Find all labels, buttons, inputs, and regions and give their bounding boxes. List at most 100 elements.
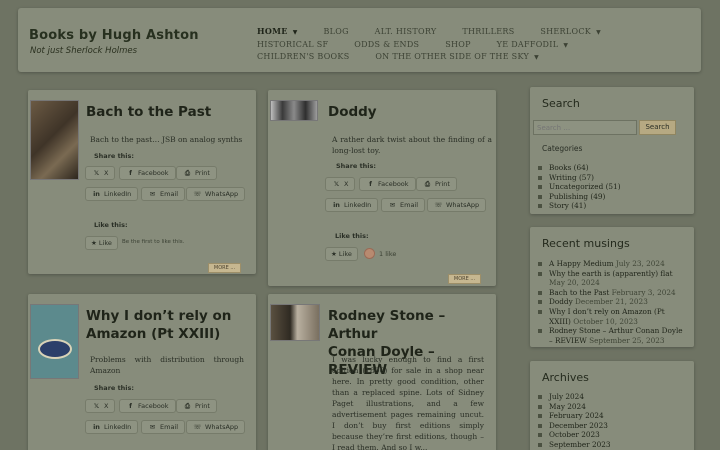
printer-icon: ⎙ (184, 402, 191, 410)
like-button[interactable]: ★ Like (325, 247, 358, 261)
whatsapp-icon: ☏ (434, 201, 443, 209)
share-email-button[interactable]: ✉ Email (381, 198, 426, 212)
share-linkedin-button[interactable]: in LinkedIn (85, 420, 139, 434)
like-count: 1 like (379, 250, 397, 258)
recent-item[interactable]: Bach to the Past February 3, 2024 (538, 288, 688, 298)
share-linkedin-button[interactable]: in LinkedIn (325, 198, 379, 212)
post-card-amazon: Why I don’t rely on Amazon (Pt XXIII) Pro… (28, 294, 256, 450)
envelope-icon: ✉ (149, 190, 156, 198)
envelope-icon: ✉ (149, 423, 156, 431)
menu-item-childrens-books[interactable]: CHILDREN'S BOOKS (257, 51, 349, 63)
recent-item[interactable]: Why I don’t rely on Amazon (Pt XXIII) Oc… (538, 307, 688, 326)
whatsapp-icon: ☏ (193, 423, 202, 431)
share-x-button[interactable]: 𝕏X (325, 177, 356, 191)
menu-item-odds-ends[interactable]: ODDS & ENDS (354, 39, 419, 51)
like-heading: Like this: (335, 232, 369, 240)
linkedin-icon: in (93, 423, 100, 431)
post-title[interactable]: Why I don’t rely on Amazon (Pt XXIII) (86, 307, 231, 343)
printer-icon: ⎙ (184, 169, 191, 177)
share-email-button[interactable]: ✉ Email (141, 420, 186, 434)
post-thumbnail[interactable] (270, 100, 318, 121)
archive-item[interactable]: July 2024 (538, 392, 611, 402)
menu-item-sherlock[interactable]: SHERLOCK ▼ (540, 26, 601, 39)
post-title[interactable]: Bach to the Past (86, 103, 211, 121)
site-header: Books by Hugh Ashton Not just Sherlock H… (18, 8, 701, 72)
recent-title: Recent musings (542, 237, 630, 250)
share-print-button[interactable]: ⎙ Print (416, 177, 457, 191)
menu-item-historical-sf[interactable]: HISTORICAL SF (257, 39, 328, 51)
recent-list: A Happy Medium July 23, 2024 Why the ear… (538, 259, 688, 345)
share-whatsapp-button[interactable]: ☏ WhatsApp (427, 198, 487, 212)
x-icon: 𝕏 (333, 180, 340, 188)
recent-item[interactable]: Rodney Stone – Arthur Conan Doyle – REVI… (538, 326, 688, 345)
facebook-icon: f (129, 169, 132, 177)
more-button[interactable]: MORE ... (448, 274, 481, 284)
search-button[interactable]: Search (639, 120, 676, 135)
x-icon: 𝕏 (93, 169, 100, 177)
share-facebook-button[interactable]: f Facebook (359, 177, 416, 191)
whatsapp-icon: ☏ (193, 190, 202, 198)
menu-item-blog[interactable]: BLOG (323, 26, 348, 38)
linkedin-icon: in (333, 201, 340, 209)
recent-widget: Recent musings A Happy Medium July 23, 2… (530, 227, 694, 347)
menu-item-shop[interactable]: SHOP (445, 39, 471, 51)
post-thumbnail[interactable] (270, 304, 320, 341)
share-print-button[interactable]: ⎙ Print (176, 166, 217, 180)
facebook-icon: f (369, 180, 372, 188)
category-item[interactable]: Story (41) (538, 201, 621, 211)
chevron-down-icon: ▼ (292, 29, 298, 36)
post-card-rodney: Rodney Stone – Arthur Conan Doyle – REVIE… (268, 294, 496, 450)
menu-item-other-side-sky[interactable]: ON THE OTHER SIDE OF THE SKY ▼ (375, 51, 539, 64)
star-icon: ★ (331, 250, 337, 258)
facebook-icon: f (129, 402, 132, 410)
recent-item[interactable]: Doddy December 21, 2023 (538, 297, 688, 307)
archives-list: July 2024 May 2024 February 2024 Decembe… (538, 392, 611, 450)
share-facebook-button[interactable]: f Facebook (119, 399, 176, 413)
share-linkedin-button[interactable]: in LinkedIn (85, 187, 139, 201)
more-button[interactable]: MORE ... (208, 263, 241, 273)
post-card-doddy: Doddy A rather dark twist about the find… (268, 90, 496, 286)
cover-emblem (38, 339, 72, 359)
share-facebook-button[interactable]: f Facebook (119, 166, 176, 180)
like-button[interactable]: ★ Like (85, 236, 118, 250)
chevron-down-icon: ▼ (596, 29, 601, 36)
main-menu: HOME ▼ BLOG ALT. HISTORY THRILLERS SHERLO… (257, 26, 697, 64)
category-item[interactable]: Publishing (49) (538, 192, 621, 202)
linkedin-icon: in (93, 190, 100, 198)
archive-item[interactable]: February 2024 (538, 411, 611, 421)
share-email-button[interactable]: ✉ Email (141, 187, 186, 201)
archive-item[interactable]: September 2023 (538, 440, 611, 450)
post-thumbnail[interactable] (30, 304, 79, 379)
envelope-icon: ✉ (389, 201, 396, 209)
post-excerpt: I was lucky enough to find a first editi… (332, 355, 484, 450)
archive-item[interactable]: December 2023 (538, 421, 611, 431)
category-item[interactable]: Uncategorized (51) (538, 182, 621, 192)
liker-avatar[interactable] (364, 248, 375, 259)
menu-item-alt-history[interactable]: ALT. HISTORY (375, 26, 437, 38)
post-thumbnail[interactable] (30, 100, 79, 180)
recent-item[interactable]: A Happy Medium July 23, 2024 (538, 259, 688, 269)
chevron-down-icon: ▼ (534, 54, 540, 61)
share-x-button[interactable]: 𝕏X (85, 399, 116, 413)
archive-item[interactable]: May 2024 (538, 402, 611, 412)
share-whatsapp-button[interactable]: ☏ WhatsApp (186, 420, 246, 434)
share-whatsapp-button[interactable]: ☏ WhatsApp (186, 187, 246, 201)
post-title[interactable]: Doddy (328, 103, 377, 121)
menu-item-home[interactable]: HOME ▼ (257, 26, 298, 39)
menu-item-thrillers[interactable]: THRILLERS (462, 26, 514, 38)
x-icon: 𝕏 (93, 402, 100, 410)
post-excerpt: Problems with distribution through Amazo… (90, 355, 244, 375)
share-print-button[interactable]: ⎙ Print (176, 399, 217, 413)
share-x-button[interactable]: 𝕏X (85, 166, 116, 180)
menu-item-ye-daffodil[interactable]: YE DAFFODIL ▼ (497, 39, 569, 52)
archives-widget: Archives July 2024 May 2024 February 202… (530, 361, 694, 450)
archive-item[interactable]: October 2023 (538, 430, 611, 440)
recent-item[interactable]: Why the earth is (apparently) flat May 2… (538, 269, 688, 288)
search-input[interactable] (533, 120, 637, 135)
post-card-bach: Bach to the Past Bach to the past… JSB o… (28, 90, 256, 274)
search-title: Search (542, 97, 580, 110)
like-note: Be the first to like this. (122, 239, 185, 245)
category-item[interactable]: Books (64) (538, 163, 621, 173)
site-title[interactable]: Books by Hugh Ashton (29, 28, 199, 43)
category-item[interactable]: Writing (57) (538, 173, 621, 183)
